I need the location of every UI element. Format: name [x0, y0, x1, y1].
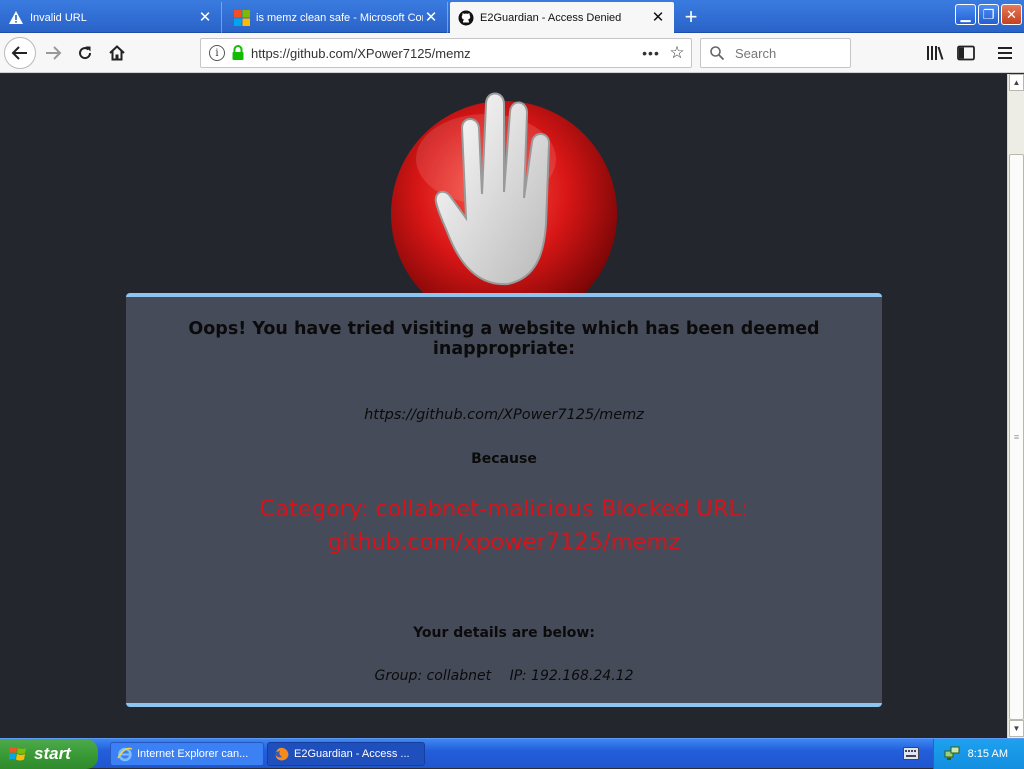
- system-tray: 8:15 AM: [933, 739, 1024, 769]
- taskbar-item-ie[interactable]: Internet Explorer can...: [110, 742, 264, 766]
- firefox-icon: [275, 747, 289, 761]
- tab-strip: Invalid URL ✕ is memz clean safe - Micro…: [0, 0, 1024, 33]
- forward-button[interactable]: [38, 38, 68, 68]
- tab-invalid-url[interactable]: Invalid URL ✕: [0, 2, 222, 33]
- tab-e2guardian[interactable]: E2Guardian - Access Denied ✕: [450, 2, 674, 33]
- home-button[interactable]: [102, 38, 132, 68]
- search-input[interactable]: [733, 44, 843, 62]
- ip-text: IP: 192.168.24.12: [509, 668, 634, 684]
- forward-arrow-icon: [46, 46, 62, 60]
- block-reason: Category: collabnet-malicious Blocked UR…: [259, 496, 749, 555]
- tab-label: is memz clean safe - Microsoft Com: [256, 11, 423, 24]
- clock[interactable]: 8:15 AM: [968, 748, 1008, 760]
- internet-explorer-icon: [117, 747, 133, 762]
- navigation-toolbar: i https://github.com/XPower7125/memz •••…: [0, 33, 1024, 73]
- close-icon[interactable]: ✕: [423, 10, 439, 26]
- vertical-scrollbar[interactable]: ▲ ≡ ▼: [1007, 74, 1024, 738]
- back-button[interactable]: [4, 37, 36, 69]
- windows-logo-icon: [9, 747, 26, 761]
- tab-label: Invalid URL: [30, 11, 87, 24]
- warning-icon: [9, 10, 23, 24]
- close-icon[interactable]: ✕: [197, 10, 213, 26]
- network-icon[interactable]: [944, 745, 960, 761]
- microsoft-icon: [234, 9, 250, 26]
- close-icon[interactable]: ✕: [650, 10, 666, 26]
- menu-button[interactable]: [990, 38, 1020, 68]
- page-content: Oops! You have tried visiting a website …: [0, 74, 1007, 738]
- because-label: Because: [471, 451, 537, 467]
- details-label: Your details are below:: [413, 625, 595, 641]
- scroll-up-arrow-icon[interactable]: ▲: [1009, 74, 1024, 91]
- close-window-button[interactable]: ✕: [1001, 4, 1022, 25]
- page-actions-icon[interactable]: •••: [639, 45, 663, 61]
- taskbar-item-label: Internet Explorer can...: [137, 748, 249, 760]
- tab-microsoft[interactable]: is memz clean safe - Microsoft Com ✕: [226, 2, 448, 33]
- user-details: Group: collabnet IP: 192.168.24.12: [126, 668, 882, 684]
- url-text[interactable]: https://github.com/XPower7125/memz: [251, 46, 639, 61]
- reload-icon: [79, 46, 92, 60]
- keyboard-icon[interactable]: [903, 747, 919, 760]
- library-icon: [927, 46, 944, 60]
- blocked-url-text: https://github.com/XPower7125/memz: [364, 407, 644, 423]
- back-arrow-icon: [11, 46, 27, 60]
- start-button[interactable]: start: [0, 739, 98, 769]
- info-icon[interactable]: i: [209, 45, 225, 61]
- access-denied-panel: Oops! You have tried visiting a website …: [126, 293, 882, 707]
- restore-button[interactable]: ❐: [978, 4, 999, 25]
- new-tab-button[interactable]: +: [678, 4, 704, 30]
- home-icon: [109, 45, 125, 61]
- windows-taskbar: start Internet Explorer can... E2Guardia…: [0, 738, 1024, 769]
- hamburger-menu-icon: [998, 47, 1012, 59]
- reload-button[interactable]: [70, 38, 100, 68]
- scrollbar-thumb[interactable]: ≡: [1009, 154, 1024, 720]
- scroll-down-arrow-icon[interactable]: ▼: [1009, 720, 1024, 737]
- start-label: start: [34, 744, 71, 763]
- taskbar-item-label: E2Guardian - Access ...: [294, 748, 410, 760]
- search-box[interactable]: [700, 38, 851, 68]
- group-text: Group: collabnet: [374, 668, 492, 684]
- sidebar-icon: [957, 45, 975, 61]
- taskbar-item-firefox[interactable]: E2Guardian - Access ...: [267, 742, 425, 766]
- tab-label: E2Guardian - Access Denied: [480, 11, 622, 24]
- bookmark-star-icon[interactable]: ☆: [663, 43, 691, 63]
- minimize-button[interactable]: ▁: [955, 4, 976, 25]
- search-icon: [710, 46, 725, 61]
- sidebar-button[interactable]: [951, 38, 981, 68]
- lock-icon[interactable]: [231, 45, 245, 61]
- github-icon: [458, 10, 474, 25]
- address-bar[interactable]: i https://github.com/XPower7125/memz •••…: [200, 38, 692, 68]
- page-headline: Oops! You have tried visiting a website …: [188, 319, 820, 359]
- library-button[interactable]: [920, 38, 950, 68]
